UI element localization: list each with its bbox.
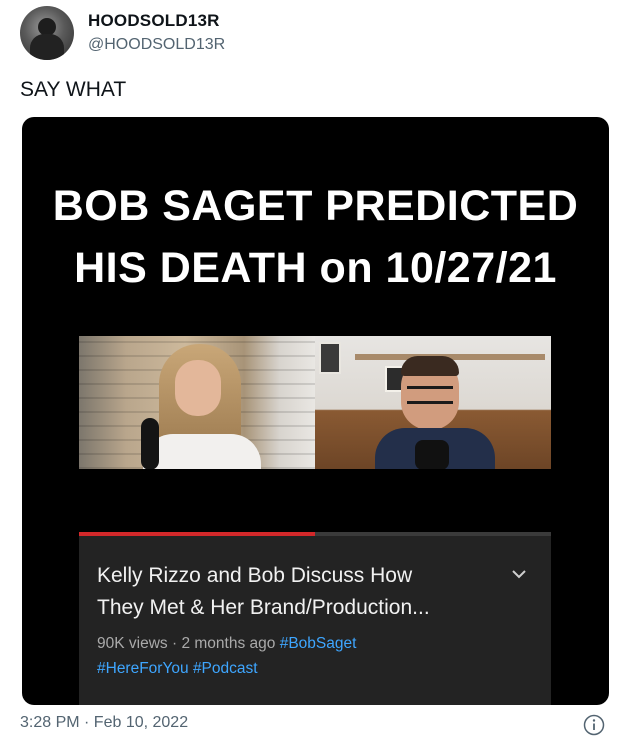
video-meta: 90K views · 2 months ago #BobSaget #Here… — [97, 631, 537, 681]
tweet-timestamp[interactable]: 3:28 PM · Feb 10, 2022 — [20, 714, 188, 732]
meta-separator: · — [171, 635, 178, 652]
hashtag-link[interactable]: #HereForYou — [97, 660, 189, 677]
tweet-text: SAY WHAT — [20, 78, 127, 101]
host-glasses — [407, 386, 453, 404]
video-title-line-1: Kelly Rizzo and Bob Discuss How — [97, 564, 413, 587]
guest-face — [175, 360, 221, 416]
video-left-pane — [79, 336, 315, 469]
video-info-panel: Kelly Rizzo and Bob Discuss How They Met… — [79, 536, 551, 705]
hashtag-link[interactable]: #BobSaget — [280, 635, 357, 652]
picture-frame — [319, 342, 341, 374]
video-views: 90K views — [97, 635, 168, 652]
microphone-icon — [415, 440, 449, 469]
headline-line-1: BOB SAGET PREDICTED — [52, 182, 579, 230]
info-icon[interactable] — [583, 714, 605, 736]
tweet-media[interactable]: BOB SAGET PREDICTED HIS DEATH on 10/27/2… — [22, 117, 609, 705]
avatar-figure-body — [30, 34, 64, 60]
headline-line-2: HIS DEATH on 10/27/21 — [74, 244, 557, 292]
hashtag-link[interactable]: #Podcast — [193, 660, 258, 677]
avatar[interactable] — [20, 6, 74, 60]
microphone-icon — [141, 418, 159, 469]
video-title-line-2: They Met & Her Brand/Production... — [97, 596, 430, 619]
video-thumbnail[interactable] — [79, 336, 551, 469]
display-name[interactable]: HOODSOLD13R — [88, 11, 220, 31]
handle[interactable]: @HOODSOLD13R — [88, 36, 225, 54]
host-hair — [401, 356, 459, 376]
chevron-down-icon[interactable] — [509, 564, 529, 584]
guest-top — [143, 434, 261, 469]
video-title[interactable]: Kelly Rizzo and Bob Discuss How They Met… — [97, 560, 497, 624]
video-right-pane — [315, 336, 551, 469]
media-headline: BOB SAGET PREDICTED HIS DEATH on 10/27/2… — [22, 175, 609, 299]
video-age: 2 months ago — [181, 635, 276, 652]
